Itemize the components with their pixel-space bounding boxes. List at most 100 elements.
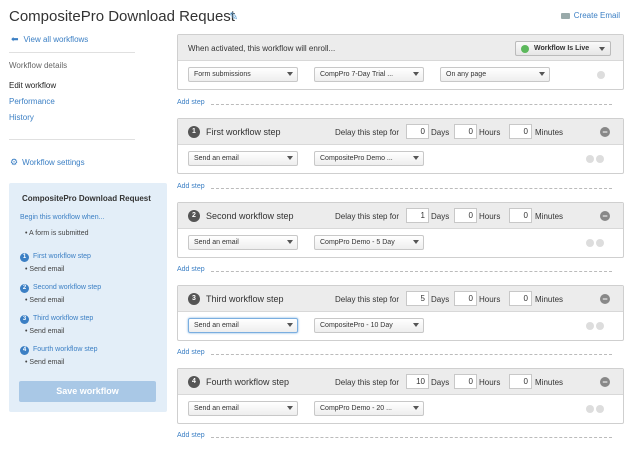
summary-step-action: • Send email: [25, 328, 65, 335]
summary-step-2[interactable]: 2 Second workflow step: [20, 284, 101, 293]
email-select[interactable]: CompPro Demo - 5 Day: [314, 235, 424, 250]
summary-step-action: • Send email: [25, 266, 65, 273]
divider: [211, 104, 612, 105]
step-title: First workflow step: [206, 127, 281, 137]
delay-hours-input[interactable]: 0: [454, 291, 477, 306]
hours-label: Hours: [479, 128, 501, 137]
select-value: Form submissions: [194, 71, 251, 78]
summary-step-4[interactable]: 4 Fourth workflow step: [20, 346, 98, 355]
remove-step-button[interactable]: −: [600, 211, 610, 221]
summary-step-3[interactable]: 3 Third workflow step: [20, 315, 93, 324]
sidebar-item-edit-workflow[interactable]: Edit workflow: [9, 81, 56, 90]
delay-label: Delay this step for: [335, 378, 400, 387]
remove-step-button[interactable]: −: [600, 127, 610, 137]
section-label: Workflow details: [9, 61, 68, 70]
delay-minutes-input[interactable]: 0: [509, 124, 532, 139]
add-step-link[interactable]: Add step: [177, 183, 205, 190]
remove-action-icon[interactable]: [596, 155, 604, 163]
add-action-icon[interactable]: [586, 405, 594, 413]
live-status-icon: [521, 45, 529, 53]
add-action-icon[interactable]: [586, 155, 594, 163]
summary-step-1[interactable]: 1 First workflow step: [20, 253, 91, 262]
workflow-status-button[interactable]: Workflow Is Live: [515, 41, 611, 56]
remove-action-icon[interactable]: [596, 322, 604, 330]
action-select[interactable]: Send an email: [188, 151, 298, 166]
action-select[interactable]: Send an email: [188, 401, 298, 416]
workflow-step-card: 1 First workflow step Delay this step fo…: [177, 118, 624, 174]
delay-minutes-input[interactable]: 0: [509, 374, 532, 389]
select-value: Send an email: [194, 322, 239, 329]
step-body: Send an email CompPro Demo - 20 ...: [178, 395, 623, 423]
remove-action-icon[interactable]: [596, 239, 604, 247]
enroll-card-header: When activated, this workflow will enrol…: [178, 35, 623, 61]
select-value: Send an email: [194, 405, 239, 412]
delay-days-input[interactable]: 1: [406, 208, 429, 223]
step-body: Send an email CompositePro Demo ...: [178, 145, 623, 173]
gear-icon: ⚙: [10, 157, 19, 167]
chevron-down-icon: [599, 47, 605, 51]
email-select[interactable]: CompositePro Demo ...: [314, 151, 424, 166]
add-action-icon[interactable]: [586, 322, 594, 330]
back-arrow-icon: ⬅: [11, 34, 19, 44]
add-action-icon[interactable]: [586, 239, 594, 247]
select-value: Send an email: [194, 155, 239, 162]
step-title: Second workflow step: [206, 211, 294, 221]
summary-step-label: Second workflow step: [33, 284, 102, 291]
remove-trigger-icon[interactable]: [597, 71, 605, 79]
back-link[interactable]: ⬅ View all workflows: [11, 34, 88, 45]
workflow-settings-link[interactable]: ⚙ Workflow settings: [10, 157, 85, 168]
remove-step-button[interactable]: −: [600, 377, 610, 387]
delay-days-input[interactable]: 0: [406, 124, 429, 139]
summary-begin-link[interactable]: Begin this workflow when...: [20, 214, 104, 221]
minutes-label: Minutes: [535, 128, 564, 137]
delay-minutes-input[interactable]: 0: [509, 291, 532, 306]
step-title: Third workflow step: [206, 294, 284, 304]
chevron-down-icon: [287, 72, 293, 76]
sidebar-item-history[interactable]: History: [9, 113, 34, 122]
delay-hours-input[interactable]: 0: [454, 374, 477, 389]
step-title: Fourth workflow step: [206, 377, 290, 387]
divider: [211, 188, 612, 189]
days-label: Days: [431, 378, 450, 387]
remove-step-button[interactable]: −: [600, 294, 610, 304]
create-email-link[interactable]: Create Email: [560, 11, 620, 20]
chevron-down-icon: [413, 72, 419, 76]
remove-action-icon[interactable]: [596, 405, 604, 413]
delay-days-input[interactable]: 10: [406, 374, 429, 389]
form-select[interactable]: CompPro 7-Day Trial ...: [314, 67, 424, 82]
action-select[interactable]: Send an email: [188, 318, 298, 333]
trigger-type-select[interactable]: Form submissions: [188, 67, 298, 82]
action-select[interactable]: Send an email: [188, 235, 298, 250]
save-workflow-button[interactable]: Save workflow: [19, 381, 156, 402]
step-header: 1 First workflow step Delay this step fo…: [178, 119, 623, 145]
minutes-label: Minutes: [535, 378, 564, 387]
delay-days-input[interactable]: 5: [406, 291, 429, 306]
delay-minutes-input[interactable]: 0: [509, 208, 532, 223]
mail-icon: [560, 12, 570, 19]
add-step-link[interactable]: Add step: [177, 432, 205, 439]
pencil-icon[interactable]: ✎: [229, 10, 238, 23]
enroll-card-body: Form submissions CompPro 7-Day Trial ...…: [178, 61, 623, 89]
delay-hours-input[interactable]: 0: [454, 208, 477, 223]
step-body: Send an email CompositePro - 10 Day: [178, 312, 623, 340]
delay-hours-input[interactable]: 0: [454, 124, 477, 139]
back-link-label: View all workflows: [23, 35, 89, 44]
add-step-link[interactable]: Add step: [177, 99, 205, 106]
hours-label: Hours: [479, 212, 501, 221]
divider: [9, 139, 135, 140]
email-select[interactable]: CompPro Demo - 20 ...: [314, 401, 424, 416]
step-number-badge: 1: [188, 126, 200, 138]
email-select[interactable]: CompositePro - 10 Day: [314, 318, 424, 333]
page-select[interactable]: On any page: [440, 67, 550, 82]
sidebar-item-performance[interactable]: Performance: [9, 97, 55, 106]
summary-step-label: Fourth workflow step: [33, 346, 98, 353]
create-email-label: Create Email: [573, 11, 620, 20]
add-step-link[interactable]: Add step: [177, 266, 205, 273]
chevron-down-icon: [539, 72, 545, 76]
select-value: CompositePro Demo ...: [320, 155, 393, 162]
add-step-link[interactable]: Add step: [177, 349, 205, 356]
summary-step-action: • Send email: [25, 359, 65, 366]
step-number-badge: 1: [20, 253, 29, 262]
chevron-down-icon: [413, 240, 419, 244]
select-value: CompositePro - 10 Day: [320, 322, 393, 329]
